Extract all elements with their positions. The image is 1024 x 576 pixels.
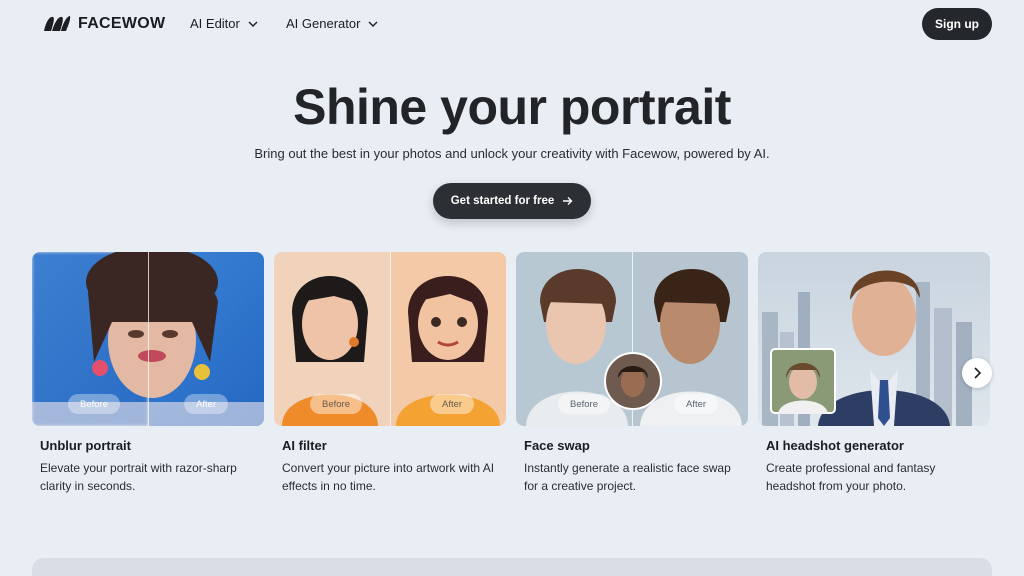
card-description: Instantly generate a realistic face swap… bbox=[524, 461, 731, 493]
unblur-preview-image: Before After bbox=[32, 252, 264, 426]
logo[interactable]: FACEWOW bbox=[42, 13, 165, 35]
chevron-down-icon bbox=[248, 21, 258, 27]
hero-subtitle: Bring out the best in your photos and un… bbox=[254, 146, 770, 161]
get-started-button[interactable]: Get started for free bbox=[433, 183, 591, 219]
split-divider[interactable] bbox=[148, 252, 149, 426]
arrow-right-icon bbox=[563, 197, 573, 205]
logo-text: FACEWOW bbox=[78, 15, 166, 32]
before-label: Before bbox=[68, 394, 120, 414]
nav-ai-editor[interactable]: AI Editor bbox=[190, 16, 258, 31]
headshot-preview-image bbox=[758, 252, 990, 426]
card-description: Create professional and fantasy headshot… bbox=[766, 461, 936, 493]
after-label: After bbox=[184, 394, 229, 414]
before-label: Before bbox=[558, 394, 610, 414]
facewow-logo-icon bbox=[44, 16, 71, 31]
card-title: Unblur portrait bbox=[40, 438, 131, 453]
face-swap-preview-image: Before After bbox=[516, 252, 748, 426]
card-title: AI headshot generator bbox=[766, 438, 904, 453]
card-unblur-portrait[interactable]: Before After Unblur portrait Elevate you… bbox=[32, 252, 264, 495]
get-started-label: Get started for free bbox=[450, 195, 555, 207]
split-divider[interactable] bbox=[390, 252, 391, 426]
top-nav: FACEWOW AI Editor AI Generator Sign up bbox=[0, 0, 1024, 48]
after-label: After bbox=[674, 394, 719, 414]
card-ai-headshot-generator[interactable]: AI headshot generator Create professiona… bbox=[758, 252, 990, 495]
nav-ai-generator-label: AI Generator bbox=[286, 16, 361, 31]
before-label: Before bbox=[310, 394, 362, 414]
chevron-right-icon bbox=[974, 367, 981, 379]
card-face-swap[interactable]: Before After Face swap Instantly generat… bbox=[516, 252, 748, 495]
next-section-panel bbox=[32, 558, 992, 576]
card-description: Convert your picture into artwork with A… bbox=[282, 461, 495, 493]
hero-title: Shine your portrait bbox=[293, 79, 731, 135]
card-title: Face swap bbox=[524, 438, 590, 453]
nav-ai-generator[interactable]: AI Generator bbox=[286, 16, 378, 31]
ai-filter-preview-image: Before After bbox=[274, 252, 506, 426]
card-description: Elevate your portrait with razor-sharp c… bbox=[40, 461, 237, 493]
after-label: After bbox=[430, 394, 475, 414]
source-face-thumbnail bbox=[604, 352, 662, 410]
nav-ai-editor-label: AI Editor bbox=[190, 16, 240, 31]
signup-button[interactable]: Sign up bbox=[922, 8, 992, 40]
input-photo-thumbnail bbox=[770, 348, 836, 414]
card-title: AI filter bbox=[282, 438, 327, 453]
carousel-next-button[interactable] bbox=[962, 358, 992, 388]
card-ai-filter[interactable]: Before After AI filter Convert your pict… bbox=[274, 252, 506, 495]
chevron-down-icon bbox=[368, 21, 378, 27]
